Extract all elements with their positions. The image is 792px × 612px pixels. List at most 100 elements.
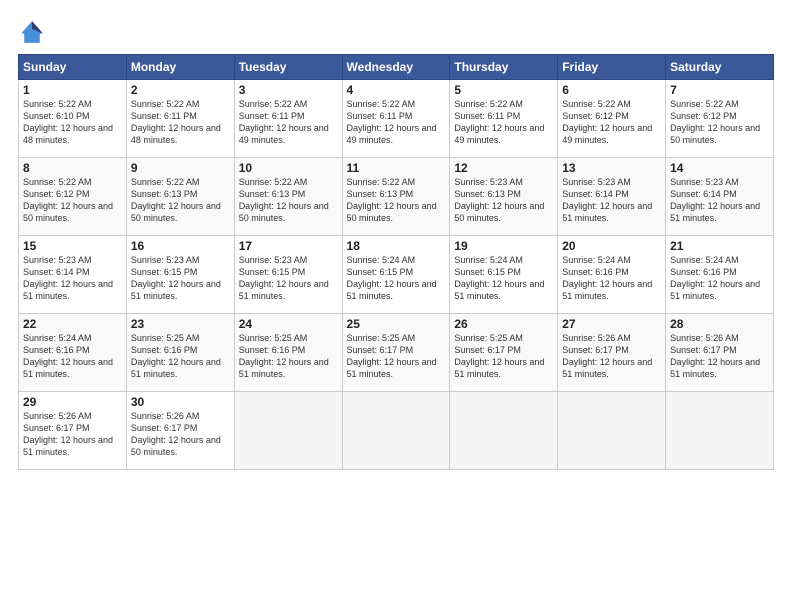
cell-info: Sunrise: 5:26 AMSunset: 6:17 PMDaylight:…: [131, 411, 221, 457]
cell-info: Sunrise: 5:24 AMSunset: 6:15 PMDaylight:…: [454, 255, 544, 301]
calendar-cell: 7 Sunrise: 5:22 AMSunset: 6:12 PMDayligh…: [666, 80, 774, 158]
calendar-cell: 6 Sunrise: 5:22 AMSunset: 6:12 PMDayligh…: [558, 80, 666, 158]
calendar-cell: 25 Sunrise: 5:25 AMSunset: 6:17 PMDaylig…: [342, 314, 450, 392]
cell-info: Sunrise: 5:24 AMSunset: 6:15 PMDaylight:…: [347, 255, 437, 301]
calendar-cell: 13 Sunrise: 5:23 AMSunset: 6:14 PMDaylig…: [558, 158, 666, 236]
day-number: 12: [454, 161, 553, 175]
day-number: 16: [131, 239, 230, 253]
week-row-2: 8 Sunrise: 5:22 AMSunset: 6:12 PMDayligh…: [19, 158, 774, 236]
day-number: 19: [454, 239, 553, 253]
day-number: 22: [23, 317, 122, 331]
cell-info: Sunrise: 5:25 AMSunset: 6:17 PMDaylight:…: [454, 333, 544, 379]
day-number: 30: [131, 395, 230, 409]
day-number: 10: [239, 161, 338, 175]
cell-info: Sunrise: 5:22 AMSunset: 6:12 PMDaylight:…: [23, 177, 113, 223]
day-number: 15: [23, 239, 122, 253]
cell-info: Sunrise: 5:26 AMSunset: 6:17 PMDaylight:…: [670, 333, 760, 379]
day-number: 3: [239, 83, 338, 97]
cell-info: Sunrise: 5:22 AMSunset: 6:11 PMDaylight:…: [454, 99, 544, 145]
col-header-saturday: Saturday: [666, 55, 774, 80]
cell-info: Sunrise: 5:24 AMSunset: 6:16 PMDaylight:…: [670, 255, 760, 301]
calendar-cell: 11 Sunrise: 5:22 AMSunset: 6:13 PMDaylig…: [342, 158, 450, 236]
day-number: 21: [670, 239, 769, 253]
calendar-cell: 3 Sunrise: 5:22 AMSunset: 6:11 PMDayligh…: [234, 80, 342, 158]
day-number: 4: [347, 83, 446, 97]
col-header-monday: Monday: [126, 55, 234, 80]
calendar-cell: 10 Sunrise: 5:22 AMSunset: 6:13 PMDaylig…: [234, 158, 342, 236]
cell-info: Sunrise: 5:22 AMSunset: 6:13 PMDaylight:…: [131, 177, 221, 223]
logo: [18, 18, 50, 46]
day-number: 25: [347, 317, 446, 331]
header-row: SundayMondayTuesdayWednesdayThursdayFrid…: [19, 55, 774, 80]
calendar-cell: 8 Sunrise: 5:22 AMSunset: 6:12 PMDayligh…: [19, 158, 127, 236]
calendar-cell: 1 Sunrise: 5:22 AMSunset: 6:10 PMDayligh…: [19, 80, 127, 158]
cell-info: Sunrise: 5:22 AMSunset: 6:10 PMDaylight:…: [23, 99, 113, 145]
day-number: 14: [670, 161, 769, 175]
day-number: 8: [23, 161, 122, 175]
day-number: 20: [562, 239, 661, 253]
day-number: 28: [670, 317, 769, 331]
calendar-cell: [234, 392, 342, 470]
day-number: 9: [131, 161, 230, 175]
cell-info: Sunrise: 5:22 AMSunset: 6:13 PMDaylight:…: [347, 177, 437, 223]
logo-icon: [18, 18, 46, 46]
cell-info: Sunrise: 5:24 AMSunset: 6:16 PMDaylight:…: [562, 255, 652, 301]
cell-info: Sunrise: 5:22 AMSunset: 6:12 PMDaylight:…: [562, 99, 652, 145]
week-row-5: 29 Sunrise: 5:26 AMSunset: 6:17 PMDaylig…: [19, 392, 774, 470]
calendar-cell: 9 Sunrise: 5:22 AMSunset: 6:13 PMDayligh…: [126, 158, 234, 236]
calendar-cell: 17 Sunrise: 5:23 AMSunset: 6:15 PMDaylig…: [234, 236, 342, 314]
cell-info: Sunrise: 5:23 AMSunset: 6:13 PMDaylight:…: [454, 177, 544, 223]
calendar-cell: 16 Sunrise: 5:23 AMSunset: 6:15 PMDaylig…: [126, 236, 234, 314]
calendar-cell: 22 Sunrise: 5:24 AMSunset: 6:16 PMDaylig…: [19, 314, 127, 392]
cell-info: Sunrise: 5:23 AMSunset: 6:15 PMDaylight:…: [131, 255, 221, 301]
calendar-table: SundayMondayTuesdayWednesdayThursdayFrid…: [18, 54, 774, 470]
cell-info: Sunrise: 5:22 AMSunset: 6:12 PMDaylight:…: [670, 99, 760, 145]
cell-info: Sunrise: 5:26 AMSunset: 6:17 PMDaylight:…: [23, 411, 113, 457]
col-header-thursday: Thursday: [450, 55, 558, 80]
day-number: 2: [131, 83, 230, 97]
calendar-cell: 24 Sunrise: 5:25 AMSunset: 6:16 PMDaylig…: [234, 314, 342, 392]
day-number: 24: [239, 317, 338, 331]
cell-info: Sunrise: 5:24 AMSunset: 6:16 PMDaylight:…: [23, 333, 113, 379]
cell-info: Sunrise: 5:25 AMSunset: 6:17 PMDaylight:…: [347, 333, 437, 379]
cell-info: Sunrise: 5:23 AMSunset: 6:14 PMDaylight:…: [562, 177, 652, 223]
calendar-cell: [558, 392, 666, 470]
calendar-cell: 28 Sunrise: 5:26 AMSunset: 6:17 PMDaylig…: [666, 314, 774, 392]
day-number: 11: [347, 161, 446, 175]
page: SundayMondayTuesdayWednesdayThursdayFrid…: [0, 0, 792, 612]
calendar-cell: 18 Sunrise: 5:24 AMSunset: 6:15 PMDaylig…: [342, 236, 450, 314]
cell-info: Sunrise: 5:26 AMSunset: 6:17 PMDaylight:…: [562, 333, 652, 379]
week-row-3: 15 Sunrise: 5:23 AMSunset: 6:14 PMDaylig…: [19, 236, 774, 314]
cell-info: Sunrise: 5:23 AMSunset: 6:15 PMDaylight:…: [239, 255, 329, 301]
day-number: 1: [23, 83, 122, 97]
cell-info: Sunrise: 5:25 AMSunset: 6:16 PMDaylight:…: [239, 333, 329, 379]
day-number: 29: [23, 395, 122, 409]
calendar-cell: [666, 392, 774, 470]
calendar-cell: [450, 392, 558, 470]
col-header-wednesday: Wednesday: [342, 55, 450, 80]
day-number: 23: [131, 317, 230, 331]
calendar-cell: 4 Sunrise: 5:22 AMSunset: 6:11 PMDayligh…: [342, 80, 450, 158]
day-number: 13: [562, 161, 661, 175]
day-number: 5: [454, 83, 553, 97]
calendar-cell: 26 Sunrise: 5:25 AMSunset: 6:17 PMDaylig…: [450, 314, 558, 392]
col-header-friday: Friday: [558, 55, 666, 80]
calendar-cell: 12 Sunrise: 5:23 AMSunset: 6:13 PMDaylig…: [450, 158, 558, 236]
day-number: 18: [347, 239, 446, 253]
week-row-1: 1 Sunrise: 5:22 AMSunset: 6:10 PMDayligh…: [19, 80, 774, 158]
day-number: 7: [670, 83, 769, 97]
calendar-cell: 2 Sunrise: 5:22 AMSunset: 6:11 PMDayligh…: [126, 80, 234, 158]
header: [18, 18, 774, 46]
calendar-cell: 15 Sunrise: 5:23 AMSunset: 6:14 PMDaylig…: [19, 236, 127, 314]
calendar-cell: 21 Sunrise: 5:24 AMSunset: 6:16 PMDaylig…: [666, 236, 774, 314]
cell-info: Sunrise: 5:22 AMSunset: 6:11 PMDaylight:…: [347, 99, 437, 145]
calendar-cell: 27 Sunrise: 5:26 AMSunset: 6:17 PMDaylig…: [558, 314, 666, 392]
day-number: 6: [562, 83, 661, 97]
calendar-cell: 5 Sunrise: 5:22 AMSunset: 6:11 PMDayligh…: [450, 80, 558, 158]
calendar-cell: 20 Sunrise: 5:24 AMSunset: 6:16 PMDaylig…: [558, 236, 666, 314]
calendar-cell: 29 Sunrise: 5:26 AMSunset: 6:17 PMDaylig…: [19, 392, 127, 470]
day-number: 17: [239, 239, 338, 253]
cell-info: Sunrise: 5:22 AMSunset: 6:11 PMDaylight:…: [131, 99, 221, 145]
cell-info: Sunrise: 5:25 AMSunset: 6:16 PMDaylight:…: [131, 333, 221, 379]
cell-info: Sunrise: 5:23 AMSunset: 6:14 PMDaylight:…: [23, 255, 113, 301]
